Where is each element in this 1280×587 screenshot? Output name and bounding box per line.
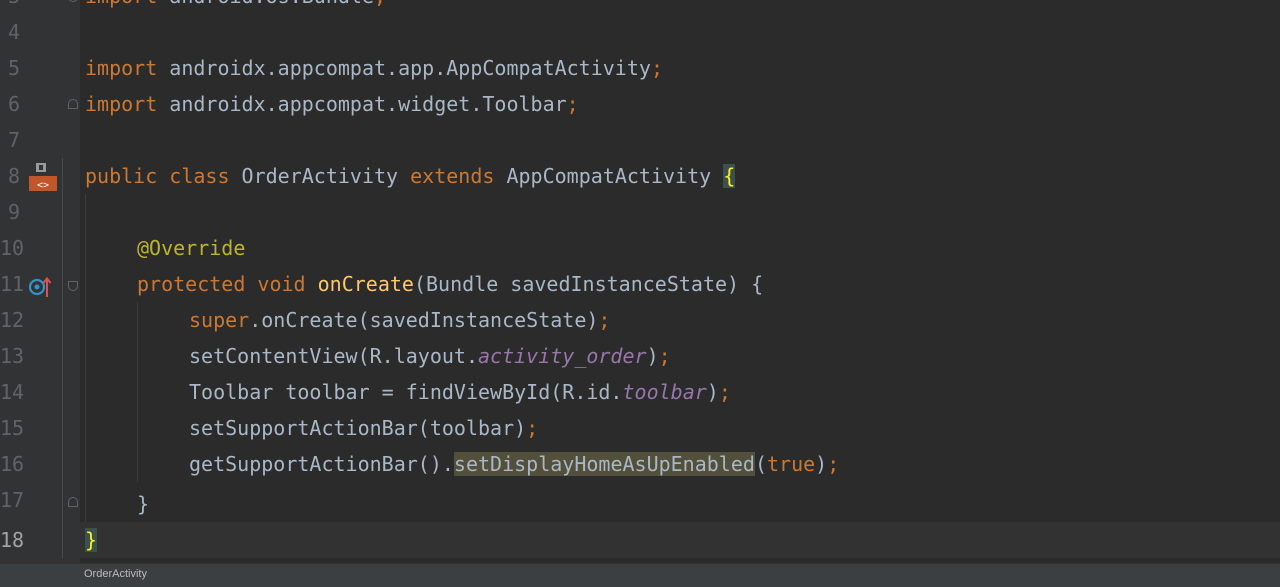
code-line-10[interactable]: @Override [137, 230, 245, 266]
code-line-8[interactable]: public class OrderActivity extends AppCo… [85, 158, 736, 194]
line-number: 3 [0, 0, 20, 14]
block-bracket [62, 158, 63, 558]
code-editor[interactable]: 3 4 5 6 7 8 9 10 11 12 13 14 15 16 17 18… [0, 0, 1280, 563]
indent-guide [137, 302, 138, 482]
code-line-17[interactable]: } [137, 486, 149, 522]
code-line-3[interactable]: import android.os.Bundle; [85, 0, 386, 14]
fold-marker[interactable] [68, 497, 78, 507]
code-line-14[interactable]: Toolbar toolbar = findViewById(R.id.tool… [189, 374, 731, 410]
breadcrumb-bar: OrderActivity [0, 563, 1280, 587]
class-layout-icon[interactable]: <> [28, 162, 58, 192]
svg-text:<>: <> [37, 180, 49, 191]
matched-brace: } [85, 528, 98, 552]
line-number: 14 [0, 380, 25, 404]
override-method-icon[interactable] [28, 275, 52, 299]
line-number: 8 [7, 164, 20, 188]
code-line-11[interactable]: protected void onCreate(Bundle savedInst… [137, 266, 763, 302]
highlighted-method: setDisplayHomeAsUpEnabled [453, 452, 755, 476]
line-number-current: 18 [0, 528, 25, 552]
line-number: 10 [0, 236, 25, 260]
line-gutter[interactable]: 3 4 5 6 7 8 9 10 11 12 13 14 15 16 17 18… [0, 0, 80, 563]
fold-marker[interactable] [68, 0, 78, 2]
line-number: 4 [7, 20, 20, 44]
indent-guide [85, 194, 86, 522]
fold-marker[interactable] [68, 99, 78, 109]
line-number: 17 [0, 488, 25, 512]
breadcrumb-class[interactable]: OrderActivity [84, 568, 147, 580]
matched-brace: { [723, 164, 736, 188]
line-number: 15 [0, 416, 25, 440]
line-number: 5 [7, 56, 20, 80]
line-number: 12 [0, 308, 25, 332]
code-line-16[interactable]: getSupportActionBar().setDisplayHomeAsUp… [189, 446, 839, 482]
line-number: 16 [0, 452, 25, 476]
code-line-13[interactable]: setContentView(R.layout.activity_order); [189, 338, 671, 374]
fold-marker[interactable] [68, 281, 78, 291]
line-number: 7 [7, 128, 20, 152]
line-number: 6 [7, 92, 20, 116]
line-number: 9 [7, 200, 20, 224]
code-line-5[interactable]: import androidx.appcompat.app.AppCompatA… [85, 50, 663, 86]
code-line-6[interactable]: import androidx.appcompat.widget.Toolbar… [85, 86, 579, 122]
code-line-18[interactable]: } [85, 522, 98, 558]
code-line-15[interactable]: setSupportActionBar(toolbar); [189, 410, 538, 446]
line-number: 13 [0, 344, 25, 368]
current-line-highlight [80, 522, 1280, 558]
code-line-12[interactable]: super.onCreate(savedInstanceState); [189, 302, 610, 338]
line-number: 11 [0, 272, 25, 296]
